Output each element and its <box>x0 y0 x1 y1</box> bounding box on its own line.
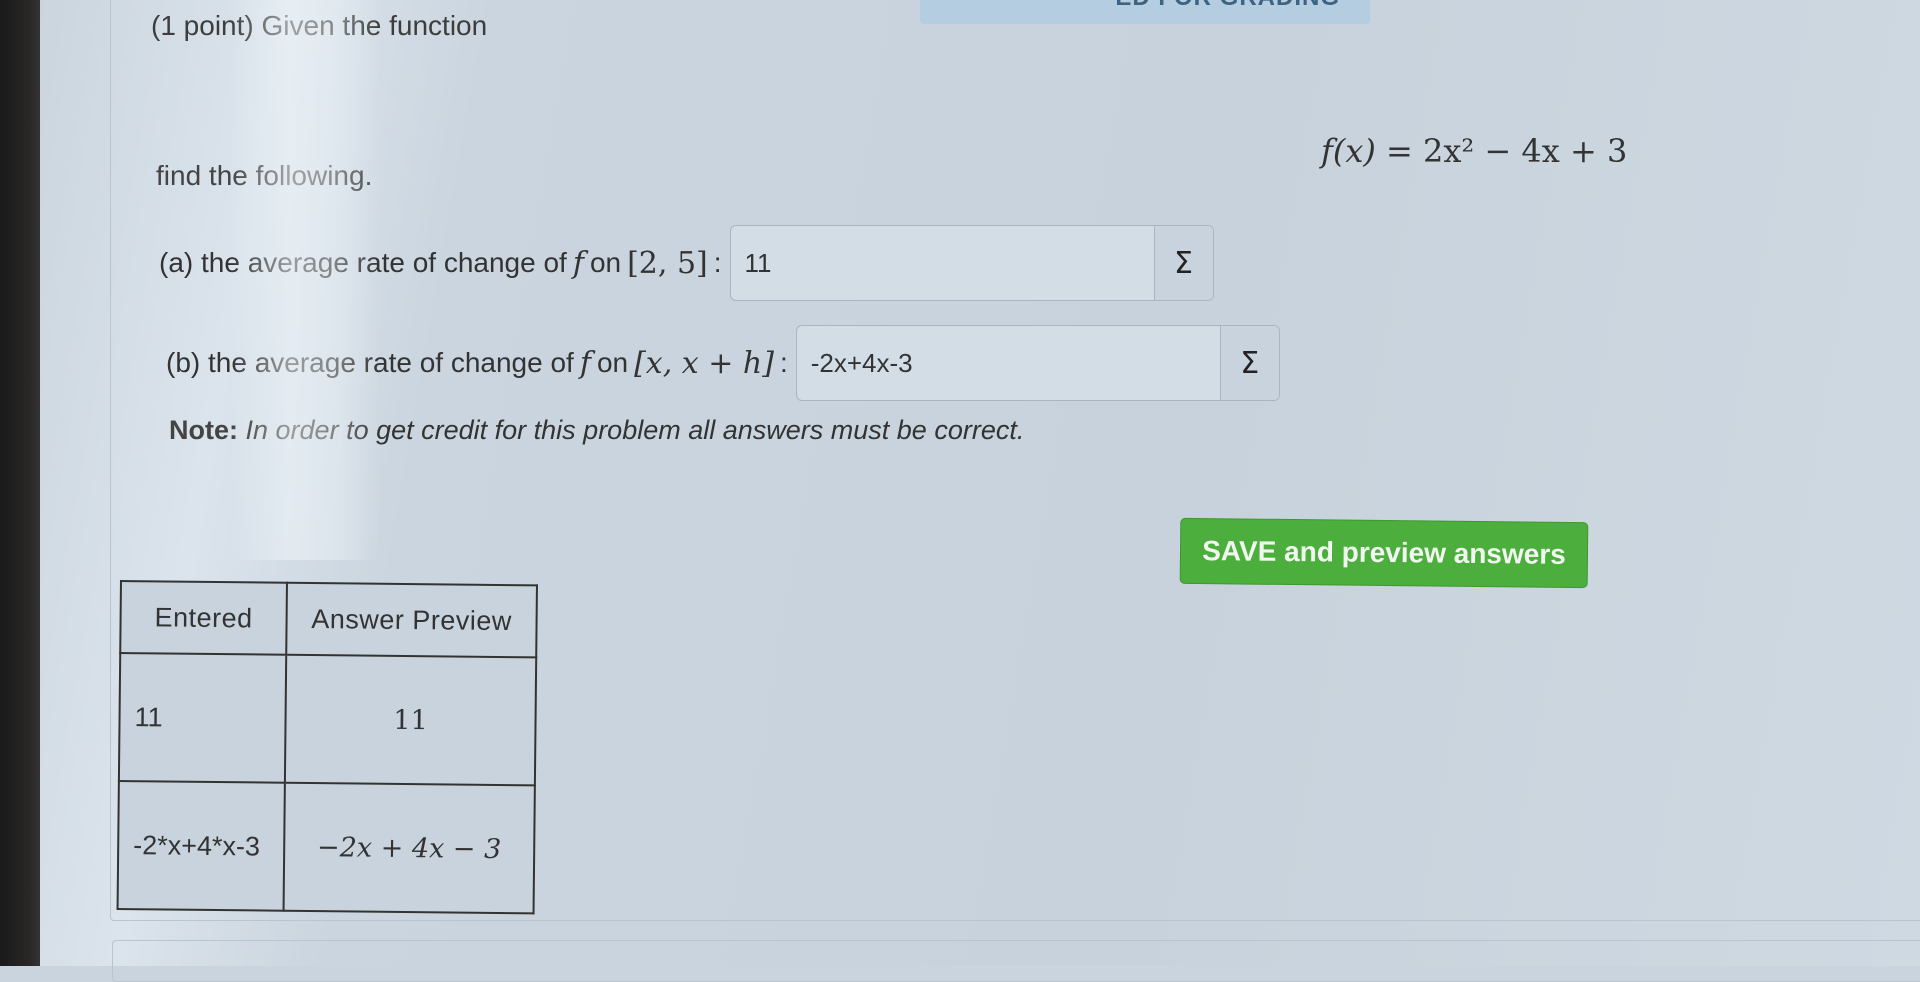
question-b-colon: : <box>779 347 788 378</box>
question-b: (b) the average rate of change of f on [… <box>166 325 1280 401</box>
entered-cell: 11 <box>118 653 287 783</box>
question-b-interval: [x, x + h] <box>634 345 774 381</box>
question-a-colon: : <box>713 247 722 278</box>
function-lhs: f(x) <box>1321 132 1376 170</box>
question-a-interval: [2, 5] <box>627 245 708 281</box>
question-b-on: on <box>596 347 629 378</box>
note-label: Note: <box>169 415 238 445</box>
answer-b-input[interactable] <box>796 326 1220 400</box>
preview-table-header: Entered Answer Preview <box>120 581 537 658</box>
next-panel <box>112 940 1920 982</box>
credit-note: Note: In order to get credit for this pr… <box>169 415 1024 446</box>
find-instruction: find the following. <box>156 160 373 191</box>
answer-b-box: Σ <box>795 325 1280 401</box>
preview-cell: 11 <box>284 654 537 786</box>
save-preview-button[interactable]: SAVE and preview answers <box>1179 517 1589 589</box>
problem-intro: (1 point) Given the function <box>151 10 488 41</box>
header-answer-preview: Answer Preview <box>286 582 537 658</box>
question-b-func: f <box>579 345 591 381</box>
answer-preview-table: Entered Answer Preview 11 11 -2*x+4*x-3 … <box>116 580 538 915</box>
function-equals: = <box>1386 132 1413 170</box>
equation-editor-b-button[interactable]: Σ <box>1219 326 1279 400</box>
question-a-prefix: (a) the average rate of change of <box>159 247 567 278</box>
sigma-icon: Σ <box>1240 345 1260 381</box>
note-text: In order to get credit for this problem … <box>245 415 1025 445</box>
header-entered: Entered <box>120 581 287 655</box>
question-a-on: on <box>589 247 622 278</box>
screen: ED FOR GRADING (1 point) Given the funct… <box>40 0 1920 982</box>
table-row: -2*x+4*x-3 −2x + 4x − 3 <box>117 780 535 914</box>
function-definition: f(x) = 2x² − 4x + 3 <box>1321 132 1627 170</box>
entered-cell: -2*x+4*x-3 <box>117 780 285 911</box>
table-row: 11 11 <box>118 653 537 786</box>
answer-a-box: Σ <box>729 225 1214 301</box>
question-b-prefix: (b) the average rate of change of <box>166 347 574 378</box>
question-a-func: f <box>572 245 584 281</box>
answer-a-input[interactable] <box>730 226 1154 300</box>
sigma-icon: Σ <box>1174 245 1194 281</box>
preview-cell: −2x + 4x − 3 <box>283 782 535 914</box>
equation-editor-a-button[interactable]: Σ <box>1153 226 1213 300</box>
function-rhs: 2x² − 4x + 3 <box>1423 132 1628 170</box>
question-a: (a) the average rate of change of f on [… <box>159 225 1214 301</box>
